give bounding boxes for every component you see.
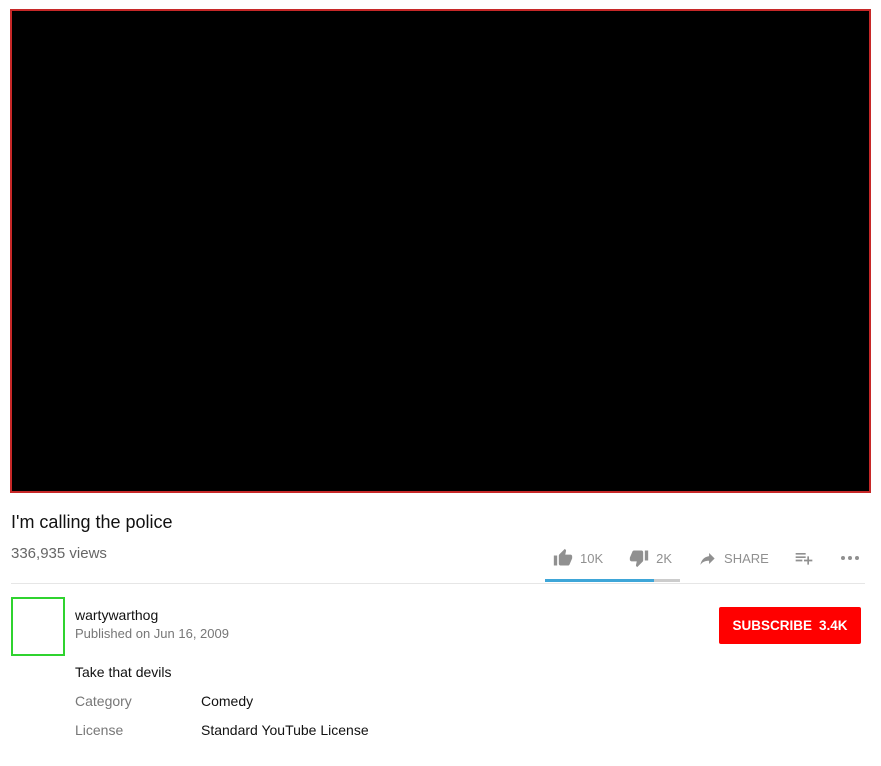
sentiment-bar-like-fill xyxy=(545,579,655,582)
divider xyxy=(11,583,865,584)
thumbs-up-icon xyxy=(553,548,573,568)
more-dots-icon xyxy=(840,555,860,561)
metadata-value[interactable]: Comedy xyxy=(201,693,253,709)
metadata-key: Category xyxy=(75,693,132,709)
channel-avatar[interactable] xyxy=(11,597,65,656)
dislike-count: 2K xyxy=(656,550,673,566)
like-count: 10K xyxy=(580,550,604,566)
share-button[interactable]: SHARE xyxy=(698,549,769,568)
video-player[interactable] xyxy=(10,9,871,493)
more-actions-button[interactable] xyxy=(840,555,860,561)
channel-name[interactable]: wartywarthog xyxy=(75,607,158,623)
view-count: 336,935 views xyxy=(11,545,107,562)
sentiment-bar xyxy=(545,579,680,582)
metadata-key: License xyxy=(75,722,124,738)
dislike-button[interactable]: 2K xyxy=(629,548,672,568)
subscriber-count: 3.4K xyxy=(818,618,848,633)
video-actions: 10K 2K SHARE xyxy=(545,545,860,571)
subscribe-label: SUBSCRIBE xyxy=(732,618,812,633)
subscribe-button[interactable]: SUBSCRIBE 3.4K xyxy=(719,607,861,644)
like-button[interactable]: 10K xyxy=(553,548,603,568)
share-label: SHARE xyxy=(724,550,769,566)
publish-date: Published on Jun 16, 2009 xyxy=(75,626,229,641)
add-to-playlist-button[interactable] xyxy=(794,548,814,568)
video-description: Take that devils xyxy=(75,664,172,680)
thumbs-down-icon xyxy=(629,548,649,568)
share-arrow-icon xyxy=(698,549,717,568)
playlist-add-icon xyxy=(794,548,814,568)
video-title: I'm calling the police xyxy=(11,512,173,532)
metadata-value[interactable]: Standard YouTube License xyxy=(201,722,369,738)
